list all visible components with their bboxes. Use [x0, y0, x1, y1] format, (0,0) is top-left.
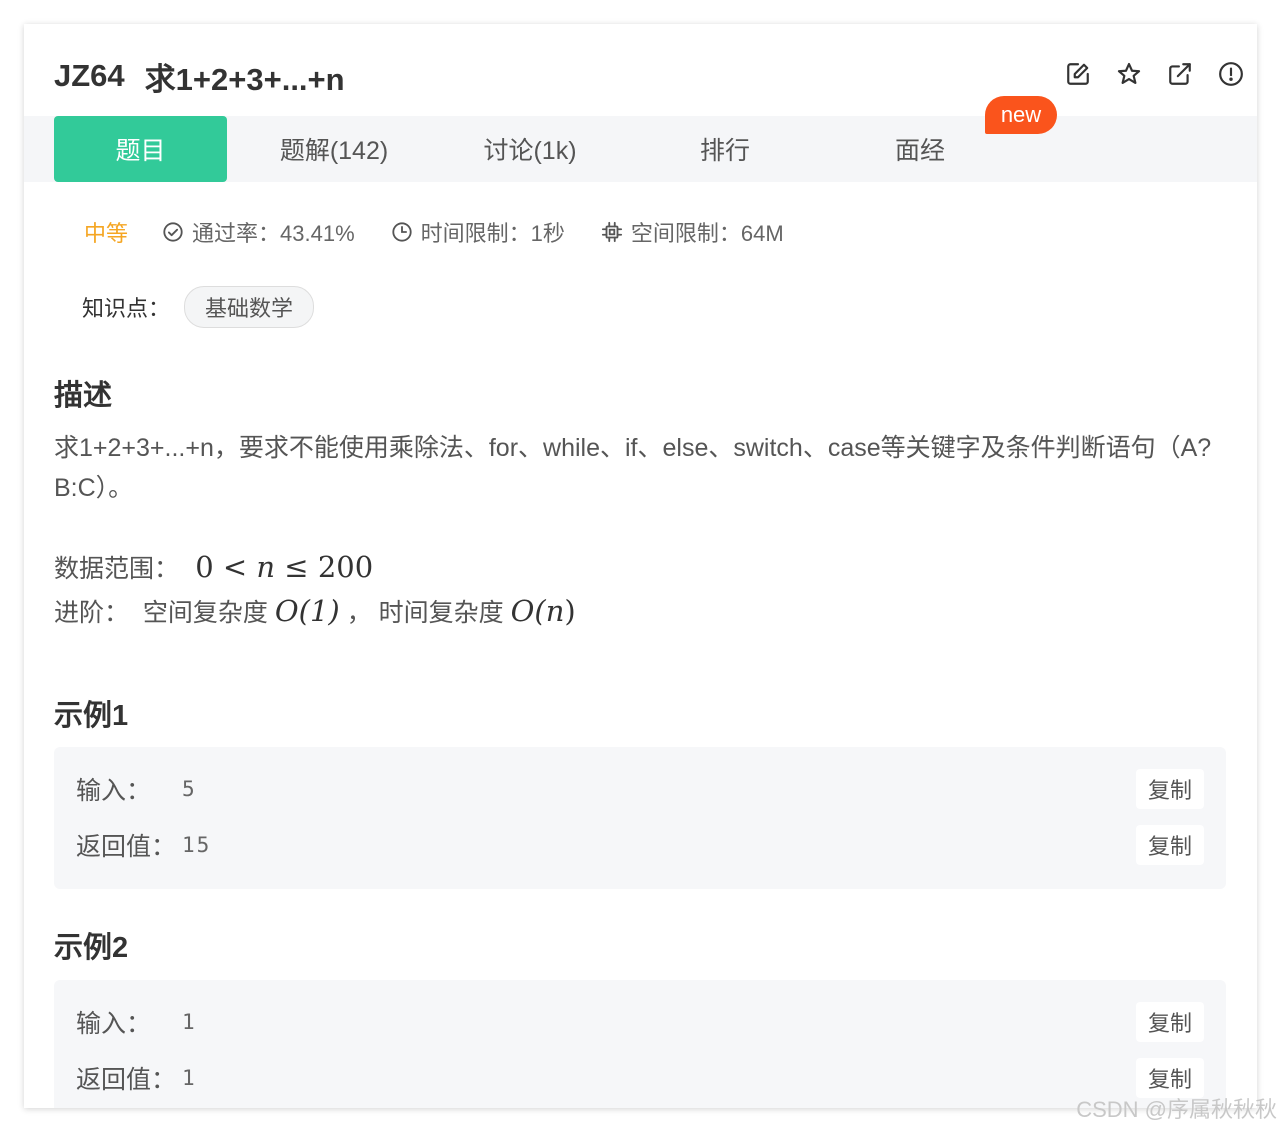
range-var: n	[256, 550, 276, 584]
example-2: 输入： 1 复制 返回值： 1 复制	[54, 980, 1226, 1108]
example-2-input: 1	[182, 1010, 197, 1034]
pass-rate-text: 通过率：43.41%	[192, 221, 355, 246]
tab-problem[interactable]: 题目	[54, 116, 227, 182]
comma: ，	[346, 599, 372, 627]
space-complexity: O(1)	[274, 594, 340, 628]
data-range: 数据范围： 0 < n ≤ 200	[54, 546, 576, 590]
space-complexity-label: 空间复杂度	[142, 599, 268, 627]
example-1-output-copy-button[interactable]: 复制	[1136, 825, 1204, 865]
problem-title-row: JZ64 求1+2+3+...+n	[54, 54, 345, 98]
example-1-input-label: 输入：	[76, 777, 152, 805]
space-limit-text: 空间限制：64M	[630, 221, 784, 246]
watermark: CSDN @序属秋秋秋	[1076, 1097, 1277, 1122]
example-2-input-label: 输入：	[76, 1010, 152, 1038]
example-1-output: 15	[182, 833, 212, 857]
chip-icon	[601, 221, 622, 243]
constraints: 数据范围： 0 < n ≤ 200 进阶： 空间复杂度 O(1) ， 时间复杂度…	[54, 546, 576, 634]
check-circle-icon	[163, 222, 183, 242]
report-button[interactable]	[1217, 60, 1245, 88]
favorite-button[interactable]	[1115, 60, 1143, 88]
example-2-input-copy-button[interactable]: 复制	[1136, 1002, 1204, 1042]
description-text: 求1+2+3+...+n，要求不能使用乘除法、for、while、if、else…	[54, 434, 1212, 502]
example-2-output-label: 返回值：	[76, 1066, 177, 1094]
example-1-output-label: 返回值：	[76, 833, 177, 861]
example-2-output-row: 返回值： 1	[76, 1060, 197, 1096]
knowledge-tag[interactable]: 基础数学	[184, 286, 315, 328]
problem-meta: 中等 通过率：43.41% 时间限制：1秒 空间限制：64M	[84, 216, 820, 248]
problem-card: JZ64 求1+2+3+...+n 题目 题解(142) 讨论(1k) 排行 面…	[24, 24, 1257, 1108]
clock-icon	[392, 222, 412, 242]
share-icon	[1169, 63, 1191, 85]
new-badge: new	[985, 96, 1057, 134]
range-zero: 0	[195, 550, 214, 584]
tab-bar: 题目 题解(142) 讨论(1k) 排行 面经	[24, 116, 1257, 182]
problem-id: JZ64	[54, 58, 125, 93]
report-icon	[1219, 62, 1243, 86]
range-formula: 0 < n ≤ 200	[186, 550, 373, 584]
time-o-var: n	[545, 594, 565, 628]
advanced-label: 进阶：	[54, 599, 130, 627]
time-o-close: )	[564, 594, 576, 628]
range-max: 200	[317, 550, 374, 584]
example-1-input-copy-button[interactable]: 复制	[1136, 769, 1204, 809]
example-1-input: 5	[182, 777, 197, 801]
time-o-open: O(	[510, 594, 546, 628]
problem-title: 求1+2+3+...+n	[144, 61, 345, 97]
time-complexity-label: 时间复杂度	[378, 599, 504, 627]
knowledge-label: 知识点：	[82, 296, 171, 321]
example-2-output: 1	[182, 1066, 197, 1090]
knowledge-points: 知识点： 基础数学	[82, 286, 315, 328]
problem-actions	[1064, 60, 1245, 88]
advanced: 进阶： 空间复杂度 O(1) ， 时间复杂度 O(n)	[54, 590, 576, 634]
difficulty-label: 中等	[84, 221, 129, 246]
description-heading: 描述	[54, 380, 113, 412]
time-limit-text: 时间限制：1秒	[420, 221, 565, 246]
range-lt: <	[222, 550, 248, 584]
tab-solutions[interactable]: 题解(142)	[238, 116, 430, 182]
example-1: 输入： 5 复制 返回值： 15 复制	[54, 747, 1226, 889]
edit-icon	[1067, 63, 1089, 85]
range-label: 数据范围：	[54, 555, 180, 583]
space-limit: 空间限制：64M	[601, 216, 784, 248]
time-complexity: O(n)	[511, 594, 576, 628]
example-2-input-row: 输入： 1	[76, 1004, 197, 1040]
example-1-input-row: 输入： 5	[76, 771, 197, 807]
tab-discussion[interactable]: 讨论(1k)	[434, 116, 626, 182]
share-button[interactable]	[1166, 60, 1194, 88]
range-le: ≤	[284, 550, 309, 584]
example-1-output-row: 返回值： 15	[76, 827, 211, 863]
edit-button[interactable]	[1064, 60, 1092, 88]
star-icon	[1117, 62, 1141, 84]
example-2-heading: 示例2	[54, 932, 129, 964]
time-limit: 时间限制：1秒	[391, 216, 565, 248]
pass-rate: 通过率：43.41%	[162, 216, 355, 248]
example-1-heading: 示例1	[54, 700, 129, 732]
tab-ranking[interactable]: 排行	[629, 116, 821, 182]
